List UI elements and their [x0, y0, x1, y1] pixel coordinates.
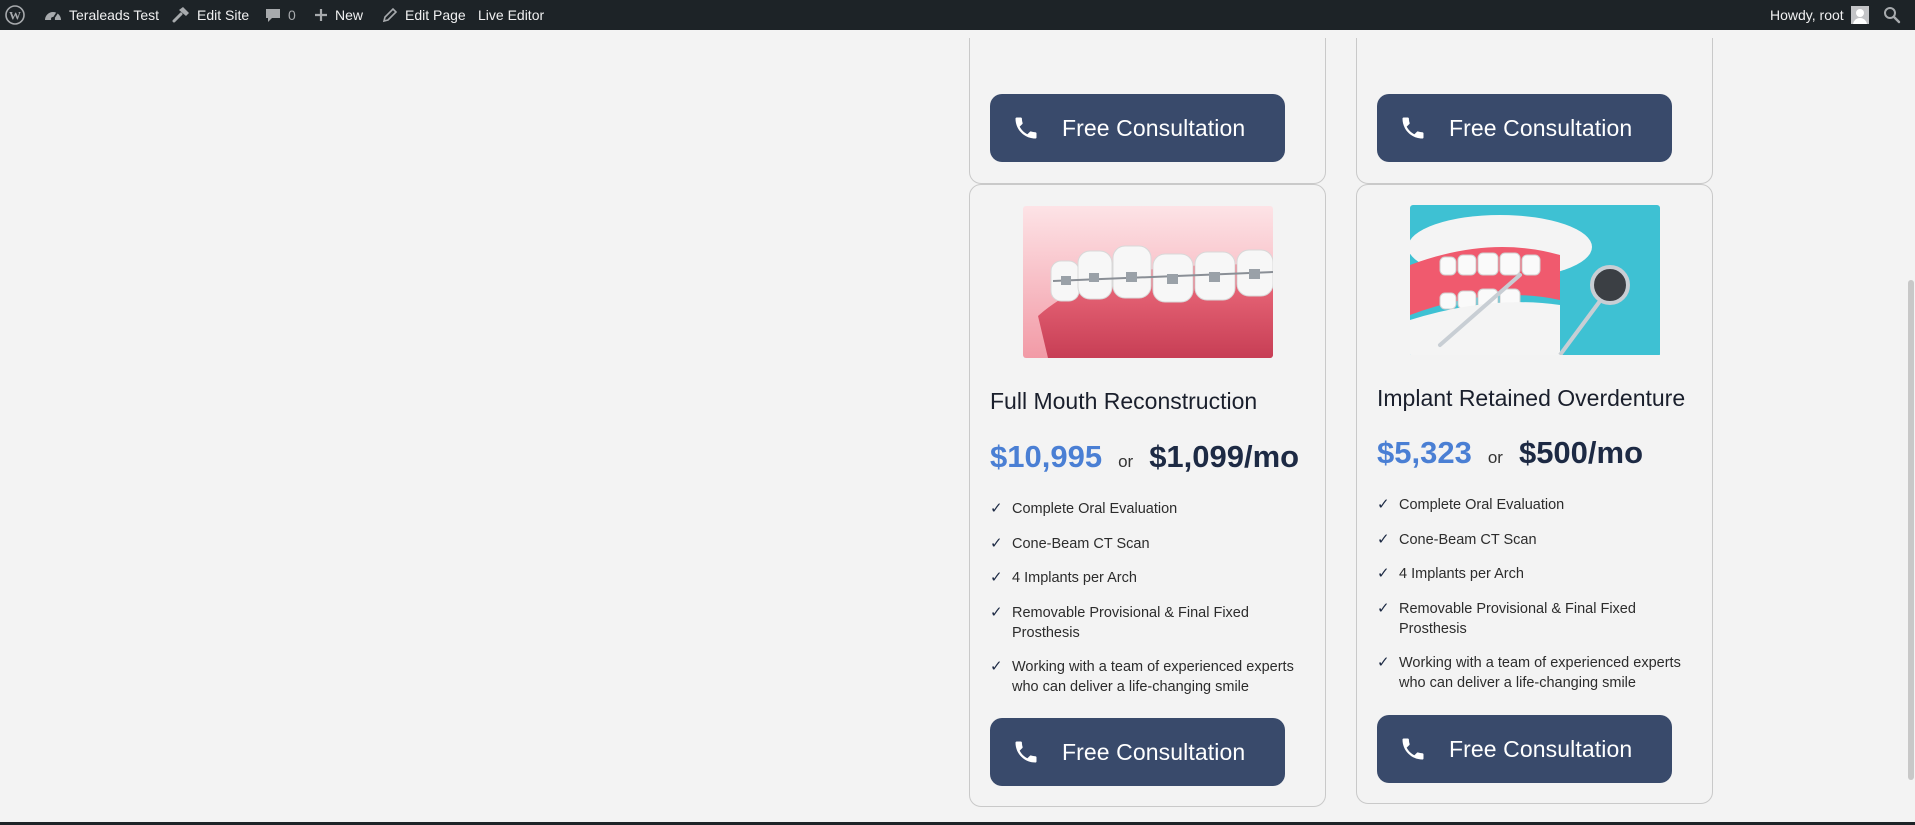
phone-icon — [1399, 735, 1427, 763]
comment-icon — [265, 7, 281, 23]
check-icon: ✓ — [990, 603, 1003, 621]
edit-page-label: Edit Page — [405, 7, 466, 23]
edit-page-link[interactable]: Edit Page — [382, 0, 466, 30]
site-name-label: Teraleads Test — [69, 7, 160, 23]
admin-search-button[interactable] — [1883, 0, 1901, 30]
pricing-card-top-right: Free Consultation — [1356, 38, 1713, 184]
check-icon: ✓ — [1377, 496, 1390, 513]
feature-text: Cone-Beam CT Scan — [1012, 535, 1150, 552]
avatar — [1850, 6, 1869, 24]
feature-item: ✓ Complete Oral Evaluation — [990, 499, 1310, 519]
hammer-icon — [172, 6, 190, 24]
phone-icon — [1012, 738, 1040, 766]
live-editor-label: Live Editor — [478, 7, 545, 23]
check-icon: ✓ — [990, 500, 1003, 517]
scrollbar-thumb[interactable] — [1908, 280, 1914, 780]
svg-text:W: W — [9, 9, 21, 23]
card-title: Full Mouth Reconstruction — [990, 388, 1258, 414]
price-monthly: $1,099/mo — [1149, 439, 1300, 474]
phone-icon — [1399, 114, 1427, 142]
denture-model-photo — [1410, 205, 1660, 357]
site-name-link[interactable]: Teraleads Test — [44, 0, 159, 30]
check-icon: ✓ — [1377, 654, 1390, 671]
check-icon: ✓ — [1377, 565, 1390, 582]
features-list: ✓ Complete Oral Evaluation ✓ Cone-Beam CT … — [1377, 495, 1697, 708]
feature-text: Cone-Beam CT Scan — [1399, 531, 1537, 548]
feature-text: Complete Oral Evaluation — [1012, 501, 1178, 517]
new-label: New — [335, 7, 364, 23]
free-consultation-label: Free Consultation — [1062, 114, 1246, 141]
free-consultation-button[interactable]: Free Consultation — [990, 718, 1285, 786]
price-monthly: $500/mo — [1518, 435, 1644, 470]
feature-item: ✓ 4 Implants per Arch — [990, 568, 1310, 588]
feature-item: ✓ Cone-Beam CT Scan — [1377, 530, 1697, 550]
pricing-card-full-mouth: Full Mouth Reconstruction $10,995 or $1,… — [969, 184, 1326, 807]
free-consultation-button[interactable]: Free Consultation — [1377, 94, 1672, 162]
feature-text: Removable Provisional & Final Fixed Pros… — [1012, 604, 1249, 641]
feature-text: Removable Provisional & Final Fixed Pros… — [1399, 600, 1636, 637]
comments-link[interactable]: 0 — [265, 0, 296, 30]
edit-site-label: Edit Site — [197, 7, 250, 23]
price-total: $10,995 — [990, 439, 1103, 474]
feature-item: ✓ Working with a team of experienced expe… — [990, 657, 1310, 697]
new-content-link[interactable]: New — [314, 0, 363, 30]
free-consultation-button[interactable]: Free Consultation — [1377, 715, 1672, 783]
wordpress-menu[interactable]: W — [5, 0, 25, 30]
page-content: Free Consultation Free Consultation Full… — [0, 30, 1915, 822]
check-icon: ✓ — [990, 569, 1003, 586]
check-icon: ✓ — [990, 658, 1003, 675]
free-consultation-button[interactable]: Free Consultation — [990, 94, 1285, 162]
feature-text: Working with a team of experienced exper… — [1399, 655, 1681, 691]
free-consultation-label: Free Consultation — [1449, 735, 1633, 762]
feature-item: ✓ Working with a team of experienced expe… — [1377, 653, 1697, 693]
braces-photo — [1023, 206, 1273, 358]
feature-item: ✓ Cone-Beam CT Scan — [990, 534, 1310, 554]
admin-bar: W Teraleads Test Edit Site 0 New Edit Pa… — [0, 0, 1915, 30]
check-icon: ✓ — [1377, 530, 1390, 548]
feature-text: Working with a team of experienced exper… — [1012, 659, 1294, 695]
feature-item: ✓ 4 Implants per Arch — [1377, 564, 1697, 584]
comments-count: 0 — [288, 7, 296, 23]
free-consultation-label: Free Consultation — [1062, 738, 1246, 765]
feature-item: ✓ Complete Oral Evaluation — [1377, 495, 1697, 515]
check-icon: ✓ — [990, 534, 1003, 552]
dashboard-icon — [44, 8, 62, 22]
plus-icon — [314, 8, 328, 22]
feature-text: 4 Implants per Arch — [1399, 566, 1524, 582]
pencil-icon — [382, 7, 398, 23]
live-editor-link[interactable]: Live Editor — [478, 0, 544, 30]
phone-icon — [1012, 114, 1040, 142]
edit-site-link[interactable]: Edit Site — [172, 0, 249, 30]
howdy-label: Howdy, root — [1770, 7, 1844, 23]
account-menu[interactable]: Howdy, root — [1770, 0, 1869, 30]
price-total: $5,323 — [1377, 435, 1472, 470]
feature-item: ✓ Removable Provisional & Final Fixed Pro… — [1377, 599, 1697, 639]
feature-item: ✓ Removable Provisional & Final Fixed Pro… — [990, 603, 1310, 643]
feature-text: Complete Oral Evaluation — [1399, 497, 1565, 513]
search-icon — [1883, 6, 1901, 24]
price-row: $5,323 or $500/mo — [1377, 435, 1643, 471]
price-or: or — [1487, 448, 1503, 467]
free-consultation-label: Free Consultation — [1449, 114, 1633, 141]
feature-text: 4 Implants per Arch — [1012, 570, 1137, 586]
card-title: Implant Retained Overdenture — [1377, 385, 1686, 411]
pricing-card-top-left: Free Consultation — [969, 38, 1326, 184]
check-icon: ✓ — [1377, 599, 1390, 617]
price-row: $10,995 or $1,099/mo — [990, 439, 1299, 475]
wordpress-logo-icon: W — [5, 5, 25, 25]
pricing-card-overdenture: Implant Retained Overdenture $5,323 or $… — [1356, 184, 1713, 804]
price-or: or — [1118, 452, 1134, 471]
features-list: ✓ Complete Oral Evaluation ✓ Cone-Beam CT … — [990, 499, 1310, 712]
